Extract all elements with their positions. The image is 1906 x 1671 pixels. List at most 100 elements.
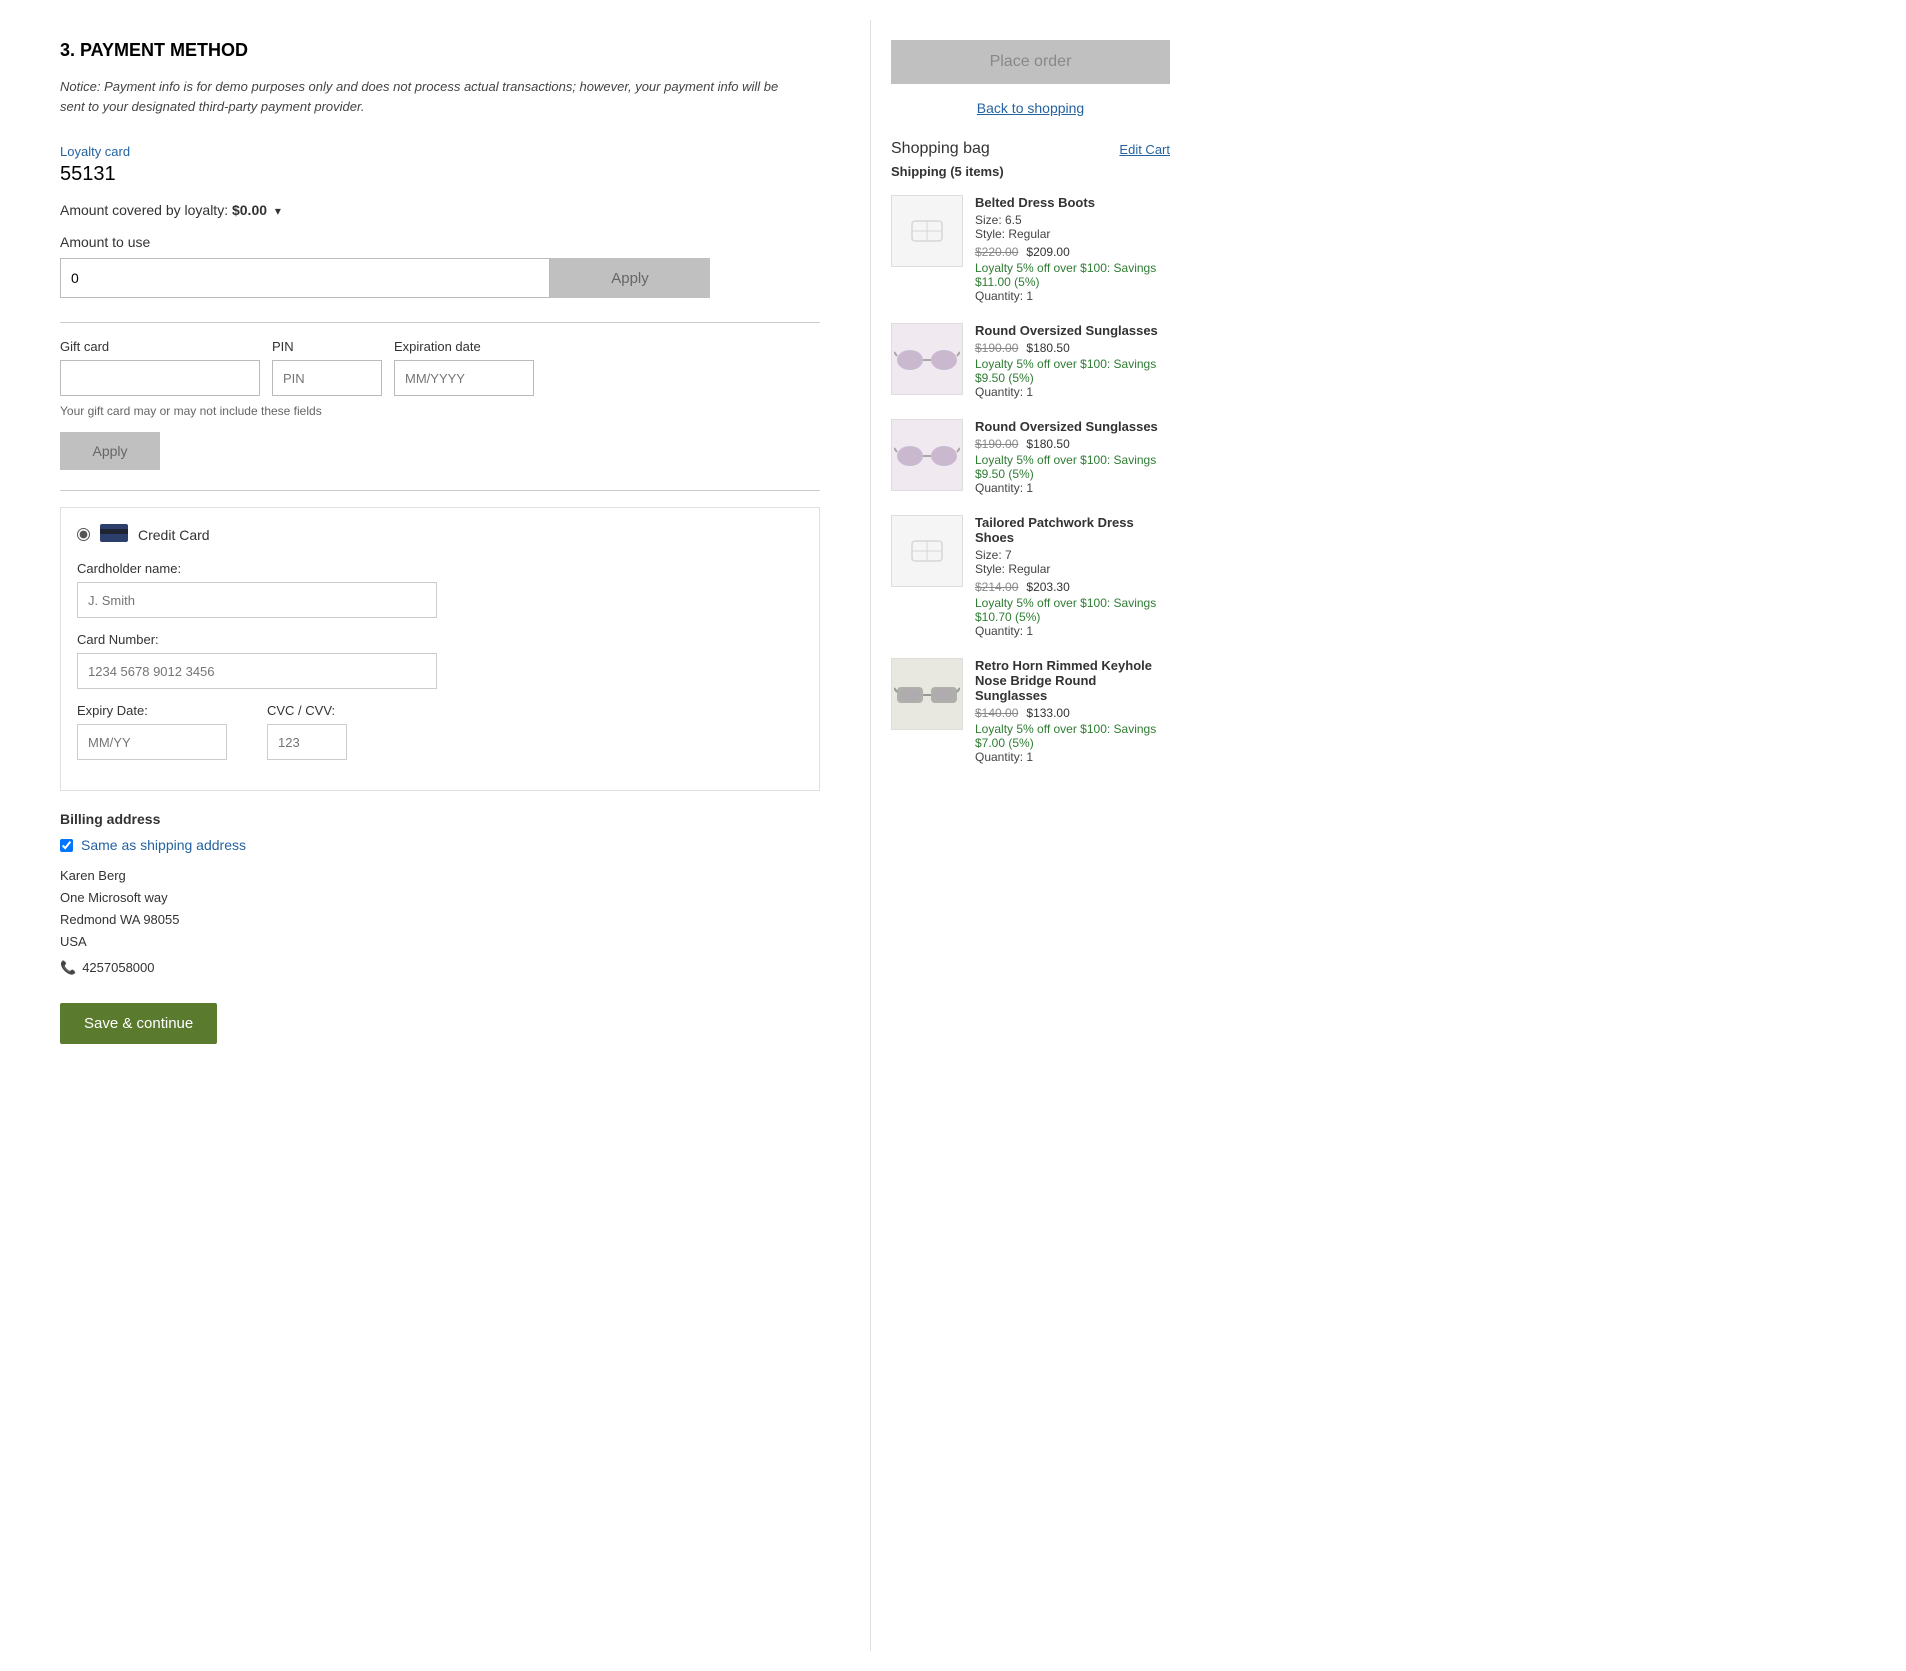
item-style: Style: Regular — [975, 562, 1170, 576]
original-price: $140.00 — [975, 706, 1018, 720]
shopping-bag-title: Shopping bag — [891, 140, 990, 158]
original-price: $190.00 — [975, 437, 1018, 451]
loyalty-savings: Loyalty 5% off over $100: Savings $11.00… — [975, 261, 1170, 289]
item-image-retro-sunglasses — [891, 658, 963, 730]
price-row: $140.00 $133.00 — [975, 706, 1170, 720]
edit-cart-link[interactable]: Edit Cart — [1119, 142, 1170, 157]
expiry-field-group: Expiry Date: — [77, 703, 227, 760]
gift-card-expiry-input[interactable] — [394, 360, 534, 396]
same-as-shipping-row: Same as shipping address — [60, 837, 820, 853]
gift-card-input[interactable] — [60, 360, 260, 396]
gift-card-hint: Your gift card may or may not include th… — [60, 404, 820, 418]
card-number-label: Card Number: — [77, 632, 803, 647]
cvv-input[interactable] — [267, 724, 347, 760]
item-name: Retro Horn Rimmed Keyhole Nose Bridge Ro… — [975, 658, 1170, 703]
original-price: $190.00 — [975, 341, 1018, 355]
item-details-sunglasses1: Round Oversized Sunglasses $190.00 $180.… — [975, 323, 1170, 399]
payment-notice: Notice: Payment info is for demo purpose… — [60, 77, 800, 116]
amount-covered-value: $0.00 — [232, 202, 267, 218]
price-row: $190.00 $180.50 — [975, 341, 1170, 355]
billing-address-line1: One Microsoft way — [60, 887, 820, 909]
gift-card-expiry-label: Expiration date — [394, 339, 534, 354]
credit-card-label: Credit Card — [138, 527, 210, 543]
item-qty: Quantity: 1 — [975, 385, 1170, 399]
item-details-dress-shoes: Tailored Patchwork Dress Shoes Size: 7 S… — [975, 515, 1170, 638]
billing-phone: 4257058000 — [82, 957, 154, 979]
expiry-label: Expiry Date: — [77, 703, 227, 718]
expiry-cvv-row: Expiry Date: CVC / CVV: — [77, 703, 803, 774]
price-row: $214.00 $203.30 — [975, 580, 1170, 594]
amount-to-use-label: Amount to use — [60, 234, 820, 250]
divider-gift-payment — [60, 490, 820, 491]
item-size: Size: 7 — [975, 548, 1170, 562]
item-qty: Quantity: 1 — [975, 481, 1170, 495]
item-image-sunglasses2 — [891, 419, 963, 491]
gift-card-pin-input[interactable] — [272, 360, 382, 396]
divider-loyalty-gift — [60, 322, 820, 323]
credit-card-icon — [100, 524, 128, 545]
loyalty-savings: Loyalty 5% off over $100: Savings $9.50 … — [975, 453, 1170, 481]
payment-method-section: Credit Card Cardholder name: Card Number… — [60, 507, 820, 791]
credit-card-option: Credit Card — [77, 524, 803, 545]
gift-card-number-group: Gift card — [60, 339, 260, 396]
back-to-shopping-link[interactable]: Back to shopping — [891, 100, 1170, 116]
expiry-input[interactable] — [77, 724, 227, 760]
sale-price: $180.50 — [1026, 437, 1069, 451]
cart-item: Belted Dress Boots Size: 6.5 Style: Regu… — [891, 195, 1170, 303]
item-qty: Quantity: 1 — [975, 750, 1170, 764]
item-size: Size: 6.5 — [975, 213, 1170, 227]
cart-item: Round Oversized Sunglasses $190.00 $180.… — [891, 419, 1170, 495]
sale-price: $133.00 — [1026, 706, 1069, 720]
gift-card-label: Gift card — [60, 339, 260, 354]
item-name: Round Oversized Sunglasses — [975, 419, 1170, 434]
gift-card-pin-label: PIN — [272, 339, 382, 354]
credit-card-radio[interactable] — [77, 528, 90, 541]
loyalty-apply-button[interactable]: Apply — [550, 258, 710, 298]
billing-title: Billing address — [60, 811, 820, 827]
original-price: $214.00 — [975, 580, 1018, 594]
save-continue-button[interactable]: Save & continue — [60, 1003, 217, 1044]
phone-icon: 📞 — [60, 957, 76, 979]
loyalty-savings: Loyalty 5% off over $100: Savings $10.70… — [975, 596, 1170, 624]
price-row: $220.00 $209.00 — [975, 245, 1170, 259]
billing-address-line2: Redmond WA 98055 — [60, 909, 820, 931]
sale-price: $203.30 — [1026, 580, 1069, 594]
cart-item: Round Oversized Sunglasses $190.00 $180.… — [891, 323, 1170, 399]
original-price: $220.00 — [975, 245, 1018, 259]
item-name: Tailored Patchwork Dress Shoes — [975, 515, 1170, 545]
gift-card-pin-group: PIN — [272, 339, 382, 396]
shopping-bag-header: Shopping bag Edit Cart — [891, 140, 1170, 158]
cart-item: Tailored Patchwork Dress Shoes Size: 7 S… — [891, 515, 1170, 638]
sale-price: $209.00 — [1026, 245, 1069, 259]
cardholder-name-label: Cardholder name: — [77, 561, 803, 576]
price-row: $190.00 $180.50 — [975, 437, 1170, 451]
cvv-field-group: CVC / CVV: — [267, 703, 347, 760]
billing-name: Karen Berg — [60, 865, 820, 887]
amount-covered-label: Amount covered by loyalty: — [60, 202, 228, 218]
place-order-button[interactable]: Place order — [891, 40, 1170, 84]
loyalty-savings: Loyalty 5% off over $100: Savings $9.50 … — [975, 357, 1170, 385]
loyalty-card-label: Loyalty card — [60, 144, 820, 159]
cardholder-name-input[interactable] — [77, 582, 437, 618]
item-qty: Quantity: 1 — [975, 289, 1170, 303]
payment-scroll-area[interactable]: Credit Card Cardholder name: Card Number… — [61, 508, 819, 790]
billing-section: Billing address Same as shipping address… — [60, 811, 820, 979]
loyalty-card-number: 55131 — [60, 163, 820, 186]
cart-item: Retro Horn Rimmed Keyhole Nose Bridge Ro… — [891, 658, 1170, 764]
gift-card-section: Gift card PIN Expiration date Your gift … — [60, 339, 820, 470]
item-details-boots: Belted Dress Boots Size: 6.5 Style: Regu… — [975, 195, 1170, 303]
item-details-retro-sunglasses: Retro Horn Rimmed Keyhole Nose Bridge Ro… — [975, 658, 1170, 764]
amount-covered-dropdown[interactable]: ▾ — [275, 204, 281, 218]
item-name: Round Oversized Sunglasses — [975, 323, 1170, 338]
billing-address: Karen Berg One Microsoft way Redmond WA … — [60, 865, 820, 979]
section-title: 3. PAYMENT METHOD — [60, 40, 820, 61]
card-number-input[interactable] — [77, 653, 437, 689]
cvv-label: CVC / CVV: — [267, 703, 347, 718]
billing-country: USA — [60, 931, 820, 953]
item-details-sunglasses2: Round Oversized Sunglasses $190.00 $180.… — [975, 419, 1170, 495]
gift-card-apply-button[interactable]: Apply — [60, 432, 160, 470]
loyalty-amount-input[interactable] — [60, 258, 550, 298]
billing-phone-row: 📞 4257058000 — [60, 957, 820, 979]
same-as-shipping-checkbox[interactable] — [60, 839, 73, 852]
sidebar: Place order Back to shopping Shopping ba… — [870, 20, 1190, 1651]
